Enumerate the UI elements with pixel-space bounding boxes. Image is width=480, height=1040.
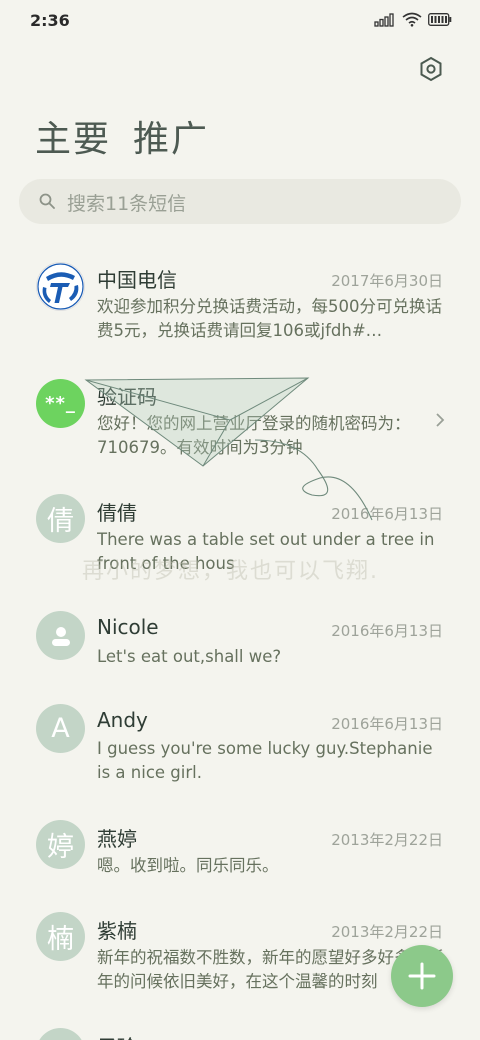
search-bar[interactable]: 搜索11条短信	[19, 179, 461, 224]
contact-name: 子玲	[97, 1031, 137, 1040]
message-preview: 您好！您的网上营业厅登录的随机密码为：710679。有效时间为3分钟	[97, 414, 411, 457]
message-preview: 嗯。收到啦。同乐同乐。	[97, 856, 279, 875]
contact-name: 验证码	[97, 385, 157, 409]
tab-bar: 主要 推广	[35, 110, 209, 162]
conversation-item[interactable]: A Andy 2016年6月13日 I guess you're some lu…	[0, 694, 480, 806]
avatar: 倩	[36, 494, 85, 543]
tab-promotions[interactable]: 推广	[133, 110, 209, 162]
settings-hexagon-icon	[420, 56, 442, 82]
tab-primary[interactable]: 主要	[35, 110, 111, 162]
avatar: A	[36, 704, 85, 753]
plus-icon	[408, 962, 436, 990]
avatar: **_	[36, 379, 85, 428]
message-date: 2013年2月22日	[331, 831, 443, 849]
contact-name: Andy	[97, 708, 148, 732]
contact-name: 燕婷	[97, 827, 137, 851]
search-placeholder: 搜索11条短信	[67, 193, 187, 215]
conversation-item[interactable]: Nicole 2016年6月13日 Let's eat out,shall we…	[0, 600, 480, 688]
status-icons	[374, 12, 452, 27]
status-time: 2:36	[30, 11, 70, 30]
conversation-item[interactable]: 子玲	[0, 1024, 480, 1040]
contact-name: 中国电信	[97, 268, 177, 292]
message-date: 2016年6月13日	[331, 715, 443, 733]
conversation-item[interactable]: 婷 燕婷 2013年2月22日 嗯。收到啦。同乐同乐。	[0, 812, 480, 900]
contact-name: 倩倩	[97, 501, 137, 525]
message-preview: Let's eat out,shall we?	[97, 647, 282, 666]
message-date: 2016年6月13日	[331, 505, 443, 523]
contact-name: Nicole	[97, 615, 159, 639]
signal-icon	[374, 12, 394, 27]
watermark-slogan: 再小的梦想，我也可以飞翔.	[82, 559, 379, 584]
conversation-item[interactable]: 中国电信 2017年6月30日 欢迎参加积分兑换话费活动，每500分可兑换话费5…	[0, 248, 480, 360]
message-preview: I guess you're some lucky guy.Stephanie …	[97, 739, 433, 782]
avatar: 楠	[36, 912, 85, 961]
search-icon	[39, 193, 55, 209]
message-preview: 欢迎参加积分兑换话费活动，每500分可兑换话费5元，兑换话费请回复106或jfd…	[97, 297, 442, 340]
avatar	[36, 1028, 85, 1040]
contact-name: 紫楠	[97, 919, 137, 943]
conversation-item[interactable]: **_ 验证码 您好！您的网上营业厅登录的随机密码为：710679。有效时间为3…	[0, 366, 480, 478]
battery-icon	[428, 13, 452, 26]
wifi-icon	[402, 12, 422, 27]
person-icon	[36, 611, 85, 660]
message-date: 2013年2月22日	[331, 923, 443, 941]
settings-button[interactable]	[418, 56, 444, 82]
compose-button[interactable]	[391, 945, 453, 1007]
china-telecom-logo-icon	[36, 262, 85, 311]
message-date: 2017年6月30日	[331, 272, 443, 290]
status-bar: 2:36	[0, 0, 480, 42]
avatar: 婷	[36, 820, 85, 869]
message-date: 2016年6月13日	[331, 622, 443, 640]
